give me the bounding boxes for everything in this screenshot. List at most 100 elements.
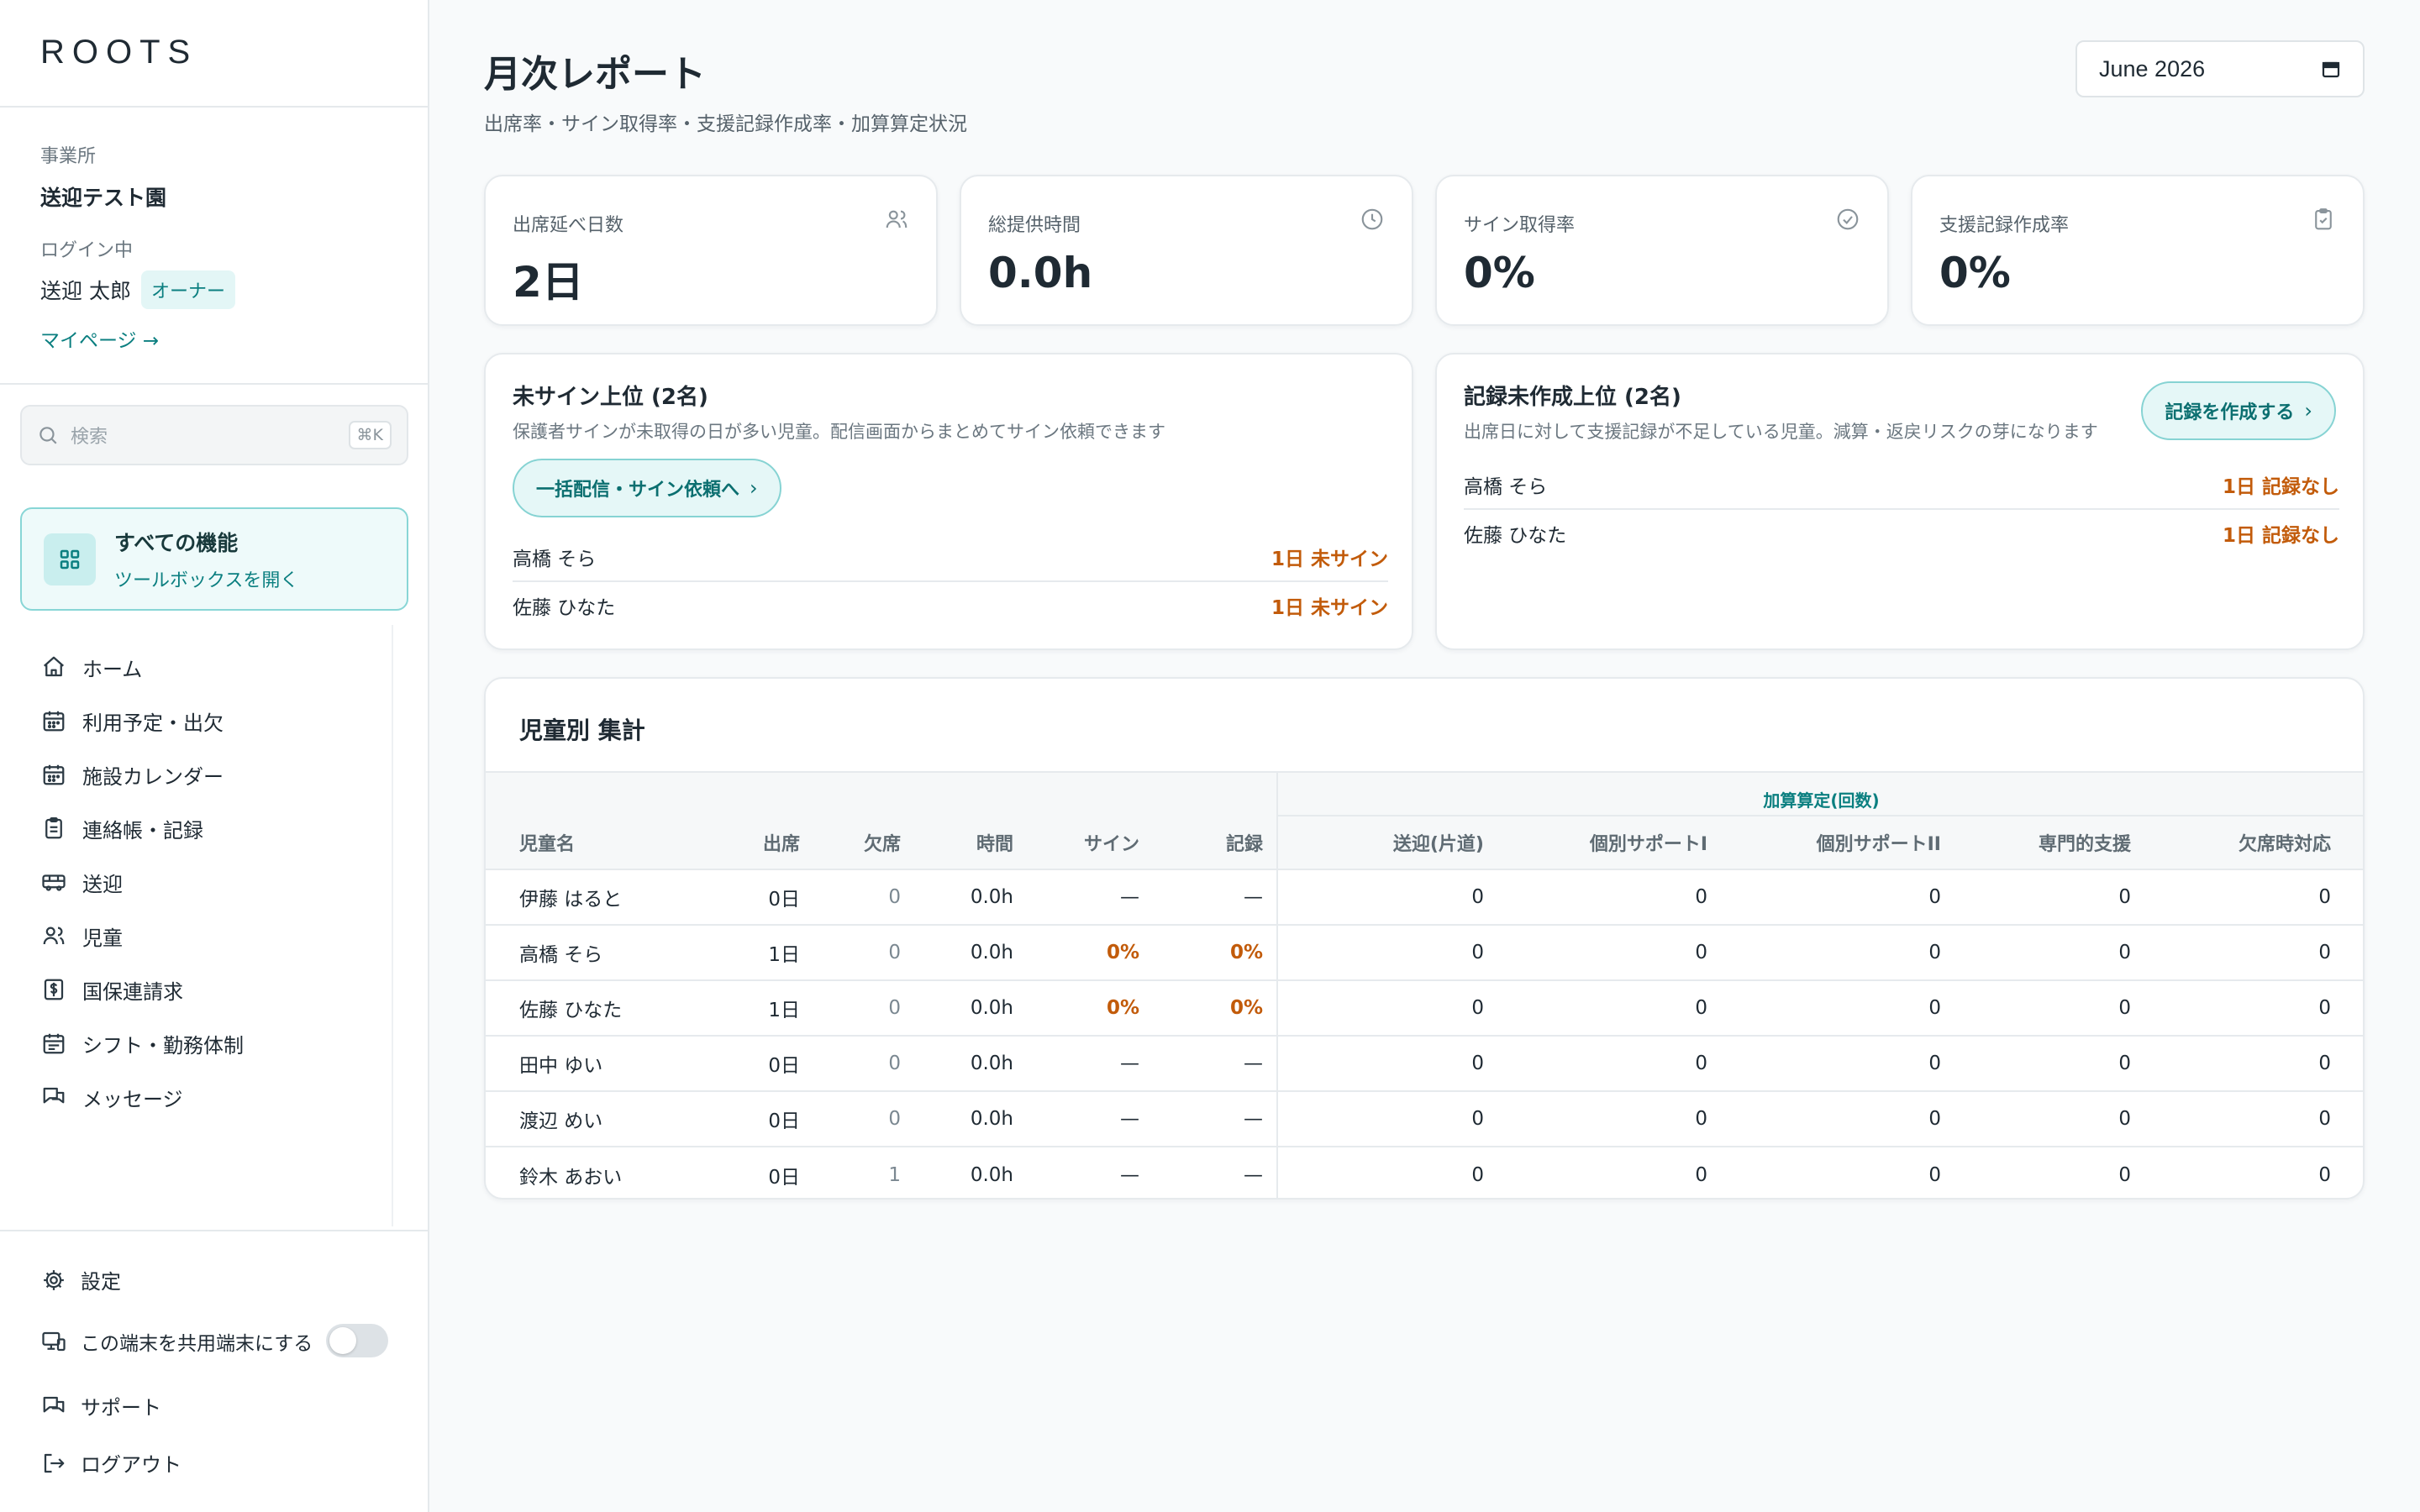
button-label: 一括配信・サイン依頼へ [536,480,740,501]
attendance-days: 0日 [729,869,813,926]
child-name: 高橋 そら [513,548,597,570]
button-label: 記録を作成する [2165,402,2295,423]
panel-description: 出席日に対して支援記録が不足している児童。減算・返戻リスクの芽になります [1464,422,2098,442]
table-row[interactable]: 佐藤 ひなた 1日 0 0.0h 0% 0% 0 0 0 0 0 [486,980,2363,1037]
support1-count: 0 [1497,1091,1721,1147]
dollar-icon [40,976,67,1003]
facility-name: 送迎テスト園 [40,186,167,210]
support1-count: 0 [1497,925,1721,981]
brand-logo[interactable]: ROOTS [40,34,197,71]
sidebar-item-shift[interactable]: シフト・勤務体制 [40,1016,244,1070]
kpi-value: 2日 [513,258,584,307]
mypage-link[interactable]: マイページ → [40,324,159,353]
support2-count: 0 [1721,925,1954,981]
hours: 0.0h [970,1163,1013,1186]
table-row[interactable]: 高橋 そら 1日 0 0.0h 0% 0% 0 0 0 0 0 [486,925,2363,981]
specialist-count: 0 [1954,1036,2144,1092]
list-item[interactable]: 佐藤 ひなた 1日 記録なし [1464,508,2339,556]
column-header[interactable]: 記録 [1153,816,1277,870]
divider [0,1230,429,1231]
sign-rate: — [1027,869,1153,926]
column-header[interactable]: サイン [1027,816,1153,870]
table-title: 児童別 集計 [519,717,645,744]
hours: 0.0h [914,980,1027,1037]
absence-response-count: 0 [2144,1036,2363,1092]
table-row[interactable]: 鈴木 あおい 0日 1 0.0h — — 0 0 0 0 0 [486,1147,2363,1198]
transport-count: 0 [1276,925,1497,981]
record-rate: 0% [1153,980,1277,1037]
sidebar-item-schedule[interactable]: 利用予定・出欠 [40,694,244,748]
child-name: 高橋 そら [1464,475,1548,498]
attendance-days: 0日 [729,1036,813,1092]
sidebar-item-label: ホーム [82,657,143,681]
support2-count: 0 [1721,1091,1954,1147]
column-header[interactable]: 欠席 [813,816,914,870]
column-header[interactable]: 送迎(片道) [1276,816,1497,870]
record-rate: — [1153,869,1277,926]
column-header[interactable]: 出席 [729,816,813,870]
column-header[interactable]: 専門的支援 [1954,816,2144,870]
list-item[interactable]: 高橋 そら 1日 未サイン [513,533,1388,580]
kpi-label: 総提供時間 [988,215,1081,236]
specialist-count: 0 [1954,869,2144,926]
specialist-count: 0 [2118,1163,2131,1186]
list-item[interactable]: 佐藤 ひなた 1日 未サイン [513,580,1388,628]
sidebar-item-home[interactable]: ホーム [40,640,244,694]
support-link[interactable]: サポート [40,1391,161,1420]
shared-terminal-toggle[interactable] [326,1324,388,1357]
support-label: サポート [81,1396,161,1420]
create-record-button[interactable]: 記録を作成する › [2141,381,2336,440]
logout-icon [40,1450,67,1477]
settings-label: 設定 [81,1270,121,1294]
sidebar-item-children[interactable]: 児童 [40,909,244,963]
toolbox-button[interactable]: すべての機能 ツールボックスを開く [20,507,408,611]
specialist-count: 0 [1954,980,2144,1037]
sidebar-item-facility-calendar[interactable]: 施設カレンダー [40,748,244,801]
absence-count: 0 [813,1036,914,1092]
user-name: 送迎 太郎 [40,279,131,303]
sidebar-item-label: 送迎 [82,872,123,896]
sidebar-item-label: 児童 [82,926,123,950]
page-subtitle: 出席率・サイン取得率・支援記録作成率・加算算定状況 [484,113,967,135]
column-header[interactable]: 個別サポートII [1721,816,1954,870]
attendance-days: 1日 [729,980,813,1037]
kpi-card-attendance: 出席延べ日数 2日 [484,175,938,326]
home-icon [40,654,67,680]
sidebar-item-records[interactable]: 連絡帳・記録 [40,801,244,855]
table-row[interactable]: 伊藤 はると 0日 0 0.0h — —0 0 0 0 0 [486,869,2363,926]
calendar-icon [2321,59,2341,79]
transport-count: 0 [1276,1147,1497,1198]
sidebar-item-billing[interactable]: 国保連請求 [40,963,244,1016]
search-placeholder: 検索 [71,427,108,448]
column-header[interactable]: 欠席時対応 [2144,816,2363,870]
absence-response-count: 0 [2318,1163,2331,1186]
support2-count: 0 [1721,980,1954,1037]
hours: 0.0h [914,869,1027,926]
table-row[interactable]: 渡辺 めい 0日 0 0.0h — —0 0 0 0 0 [486,1091,2363,1147]
chat-icon [40,1084,67,1110]
specialist-count: 0 [1954,925,2144,981]
group-spacer [486,771,1277,816]
absence-count: 0 [813,869,914,926]
chat-icon [40,1393,67,1420]
month-picker[interactable]: June 2026 [2075,40,2365,97]
attendance-days: 0日 [729,1091,813,1147]
kpi-value: 0% [1464,249,1535,297]
sidebar-item-label: 利用予定・出欠 [82,711,224,735]
search-input[interactable]: 検索 ⌘K [20,405,408,465]
kpi-label: 出席延べ日数 [513,215,624,236]
bulk-sign-request-button[interactable]: 一括配信・サイン依頼へ › [513,459,781,517]
column-header[interactable]: 個別サポートI [1497,816,1721,870]
sidebar-item-transport[interactable]: 送迎 [40,855,244,909]
sidebar-item-messages[interactable]: メッセージ [40,1070,244,1124]
support2-count: 0 [1721,1036,1954,1092]
column-header[interactable]: 時間 [914,816,1027,870]
login-label: ログイン中 [40,240,134,261]
settings-link[interactable]: 設定 [40,1265,121,1294]
nav-scrollbar[interactable] [392,625,393,1226]
list-item[interactable]: 高橋 そら 1日 記録なし [1464,460,2339,508]
column-header[interactable]: 児童名 [486,816,729,870]
table-row[interactable]: 田中 ゆい 0日 0 0.0h — —0 0 0 0 0 [486,1036,2363,1092]
sign-rate: 0% [1027,980,1153,1037]
logout-link[interactable]: ログアウト [40,1448,182,1478]
